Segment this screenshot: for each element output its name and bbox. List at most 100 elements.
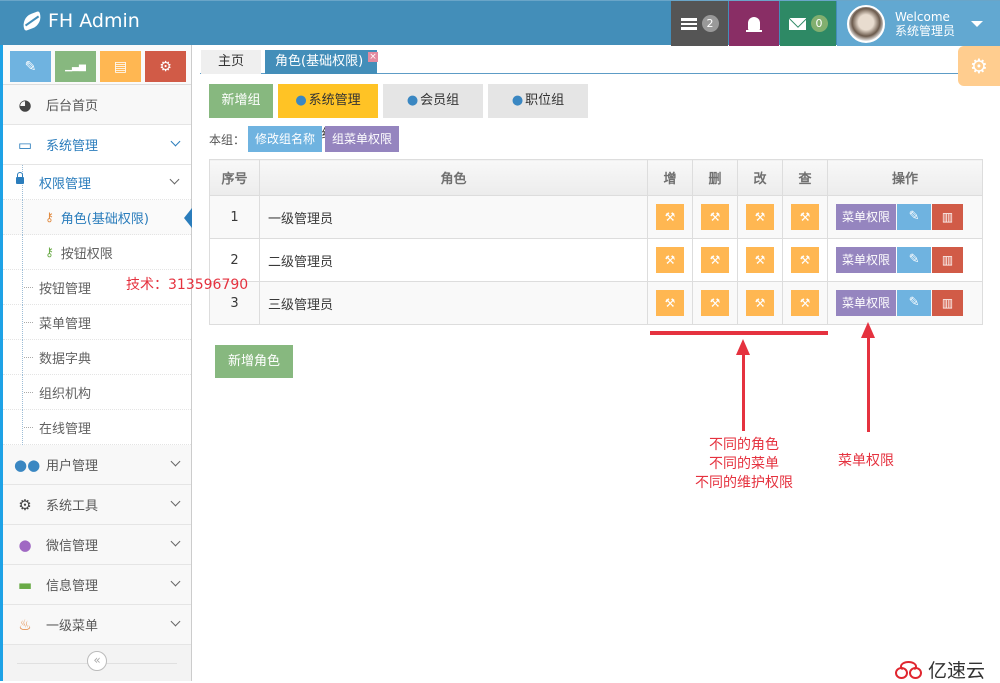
chevron-down-icon (170, 616, 181, 627)
wrench-icon: ⚒ (754, 210, 766, 224)
perm-edit-button[interactable]: ⚒ (746, 204, 774, 230)
close-tab-icon[interactable]: × (368, 52, 378, 62)
delete-button[interactable]: ▥ (932, 204, 964, 230)
group-position[interactable]: ● 职位组 (488, 84, 588, 118)
user-menu[interactable]: Welcome 系统管理员 (837, 1, 1000, 46)
rename-group-button[interactable]: 修改组名称 (248, 126, 323, 152)
perm-edit-button[interactable]: ⚒ (746, 290, 774, 316)
collapse-sidebar-button[interactable]: « (87, 651, 107, 671)
perm-add-button[interactable]: ⚒ (656, 247, 684, 273)
group-label: 会员组 (420, 93, 460, 108)
sidebar-item-level1[interactable]: ♨ 一级菜单 (3, 605, 191, 645)
fire-icon: ♨ (18, 615, 32, 634)
sidebar-item-label: 组织机构 (39, 386, 92, 402)
wrench-icon: ⚒ (754, 253, 766, 267)
group-member[interactable]: ● 会员组 (383, 84, 483, 118)
shortcut-cogs[interactable]: ⚙ (145, 51, 186, 82)
edit-icon: ✎ (908, 209, 920, 224)
row-role: 一级管理员 (259, 195, 648, 239)
sidebar-item-users[interactable]: ●● 用户管理 (3, 445, 191, 485)
sidebar-item-role-basic[interactable]: ⚷ 角色(基础权限) (3, 200, 192, 235)
sidebar-item-organization[interactable]: 组织机构 (3, 375, 191, 410)
tab-home[interactable]: 主页 (201, 50, 261, 74)
credit-card-icon: ▬ (17, 575, 33, 594)
messages-button[interactable]: 0 (780, 1, 836, 46)
sidebar-item-label: 权限管理 (39, 176, 92, 192)
pencil-icon: ✎ (24, 58, 37, 75)
table-row: 2 二级管理员 ⚒ ⚒ ⚒ ⚒ 菜单权限 ✎ ▥ (209, 238, 983, 282)
header-role: 角色 (259, 159, 648, 196)
row-role: 二级管理员 (259, 238, 648, 282)
sidebar-item-home[interactable]: ◕ 后台首页 (3, 85, 191, 125)
sidebar-item-menu-mgmt[interactable]: 菜单管理 (3, 305, 191, 340)
header-ops: 操作 (827, 159, 983, 196)
table-row: 3 三级管理员 ⚒ ⚒ ⚒ ⚒ 菜单权限 ✎ ▥ (209, 281, 983, 325)
tech-contact-annotation: 技术：313596790 (126, 277, 249, 293)
header-add: 增 (647, 159, 693, 196)
brand-title: FH Admin (48, 10, 140, 32)
note-line: 不同的维护权限 (695, 475, 793, 491)
chevron-down-icon (170, 496, 181, 507)
delete-button[interactable]: ▥ (932, 247, 964, 273)
perm-add-button[interactable]: ⚒ (656, 204, 684, 230)
row-role: 三级管理员 (259, 281, 648, 325)
menu-perm-button[interactable]: 菜单权限 (836, 204, 897, 230)
book-icon: ▤ (113, 58, 128, 75)
sidebar-item-wechat[interactable]: ● 微信管理 (3, 525, 191, 565)
tasks-button[interactable]: 2 (671, 1, 728, 46)
edit-button[interactable]: ✎ (897, 247, 932, 273)
chevron-down-icon (170, 456, 181, 467)
gear-icon: ⚙ (970, 54, 988, 78)
perm-delete-button[interactable]: ⚒ (701, 290, 729, 316)
add-role-button[interactable]: 新增角色 (215, 345, 293, 378)
sidebar: ✎ ▁▃▅ ▤ ⚙ ◕ 后台首页 ▭ 系统管理 权限管理 ⚷ 角色(基础权限) … (0, 45, 192, 681)
navbar: FH Admin 2 0 Welcome 系统管理员 (0, 0, 1000, 46)
perm-view-button[interactable]: ⚒ (791, 247, 819, 273)
sidebar-item-label: 在线管理 (39, 421, 92, 437)
sidebar-shortcuts: ✎ ▁▃▅ ▤ ⚙ (3, 45, 191, 85)
perm-delete-button[interactable]: ⚒ (701, 204, 729, 230)
wrench-icon: ⚒ (709, 210, 721, 224)
shortcut-book[interactable]: ▤ (100, 51, 141, 82)
sidebar-item-dictionary[interactable]: 数据字典 (3, 340, 191, 375)
shortcut-signal[interactable]: ▁▃▅ (55, 51, 96, 82)
bell-icon (746, 17, 762, 32)
role-table: 序号 角色 增 删 改 查 操作 1 一级管理员 ⚒ ⚒ ⚒ ⚒ 菜单权限 ✎ ▥ 2 二级… (209, 159, 983, 325)
this-group-label: 本组： (209, 132, 246, 147)
sidebar-item-permissions[interactable]: 权限管理 (3, 165, 191, 200)
sidebar-item-tools[interactable]: ⚙ 系统工具 (3, 485, 191, 525)
sidebar-item-info[interactable]: ▬ 信息管理 (3, 565, 191, 605)
wrench-icon: ⚒ (754, 296, 766, 310)
trash-icon: ▥ (941, 296, 954, 310)
shortcut-pencil[interactable]: ✎ (10, 51, 51, 82)
perm-view-button[interactable]: ⚒ (791, 290, 819, 316)
tab-role-basic[interactable]: 角色(基础权限) (265, 50, 377, 74)
sidebar-item-online[interactable]: 在线管理 (3, 410, 191, 445)
menu-perm-button[interactable]: 菜单权限 (836, 247, 897, 273)
cogs-icon: ⚙ (159, 58, 172, 75)
sidebar-item-system[interactable]: ▭ 系统管理 (3, 125, 191, 165)
sidebar-item-label: 系统工具 (46, 499, 99, 514)
group-menu-perm-button[interactable]: 组菜单权限 (325, 126, 400, 152)
menu-perm-button[interactable]: 菜单权限 (836, 290, 897, 316)
watermark-text: 亿速云 (928, 660, 986, 682)
sidebar-collapse-bar: « (3, 645, 191, 681)
delete-button[interactable]: ▥ (932, 290, 964, 316)
sidebar-item-label: 系统管理 (46, 139, 99, 154)
settings-gear-button[interactable]: ⚙ (958, 46, 1000, 86)
perm-view-button[interactable]: ⚒ (791, 204, 819, 230)
edit-button[interactable]: ✎ (897, 290, 932, 316)
perm-delete-button[interactable]: ⚒ (701, 247, 729, 273)
perm-edit-button[interactable]: ⚒ (746, 247, 774, 273)
page-tabs: 主页 角色(基础权限) × (200, 50, 990, 74)
group-system-admin[interactable]: ●系统管理组 (278, 84, 378, 142)
notifications-button[interactable] (729, 1, 779, 46)
sidebar-item-button-perm[interactable]: ⚷ 按钮权限 (3, 235, 191, 270)
chevron-down-icon (169, 174, 180, 185)
cloud-logo-icon (895, 660, 925, 679)
add-group-button[interactable]: 新增组 (209, 84, 273, 118)
chevron-down-icon (170, 576, 181, 587)
perm-add-button[interactable]: ⚒ (656, 290, 684, 316)
edit-button[interactable]: ✎ (897, 204, 932, 230)
brand[interactable]: FH Admin (20, 10, 140, 32)
